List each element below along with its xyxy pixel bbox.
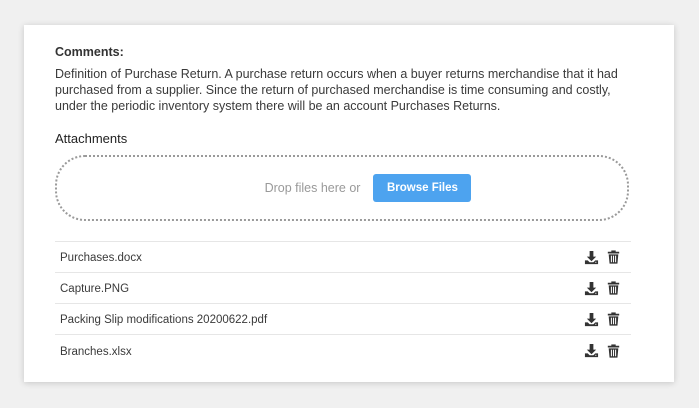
trash-icon[interactable] <box>605 311 621 327</box>
attachment-row: Branches.xlsx <box>55 335 631 366</box>
trash-icon[interactable] <box>605 280 621 296</box>
attachment-actions <box>583 249 621 265</box>
attachment-list: Purchases.docx Capture.PNG Packing Slip … <box>55 241 631 366</box>
download-icon[interactable] <box>583 249 599 265</box>
trash-icon[interactable] <box>605 249 621 265</box>
attachment-actions <box>583 311 621 327</box>
file-dropzone[interactable]: Drop files here or Browse Files <box>55 155 629 221</box>
comments-body: Definition of Purchase Return. A purchas… <box>55 67 618 113</box>
download-icon[interactable] <box>583 280 599 296</box>
download-icon[interactable] <box>583 343 599 359</box>
download-icon[interactable] <box>583 311 599 327</box>
attachments-title: Attachments <box>55 131 128 146</box>
attachment-file-name: Branches.xlsx <box>60 345 132 358</box>
attachment-actions <box>583 343 621 359</box>
drop-files-text: Drop files here or <box>264 181 361 195</box>
attachment-file-name: Purchases.docx <box>60 252 142 264</box>
attachment-file-name: Capture.PNG <box>60 283 130 295</box>
comments-attachments-card: Comments: Definition of Purchase Return.… <box>24 25 674 382</box>
attachment-actions <box>583 280 621 296</box>
attachment-row: Packing Slip modifications 20200622.pdf <box>55 304 631 335</box>
trash-icon[interactable] <box>605 343 621 359</box>
comments-title: Comments: <box>55 45 124 59</box>
browse-files-button[interactable]: Browse Files <box>373 174 472 202</box>
attachment-row: Capture.PNG <box>55 273 631 304</box>
attachment-row: Purchases.docx <box>55 242 631 273</box>
attachment-file-name: Packing Slip modifications 20200622.pdf <box>60 314 268 326</box>
